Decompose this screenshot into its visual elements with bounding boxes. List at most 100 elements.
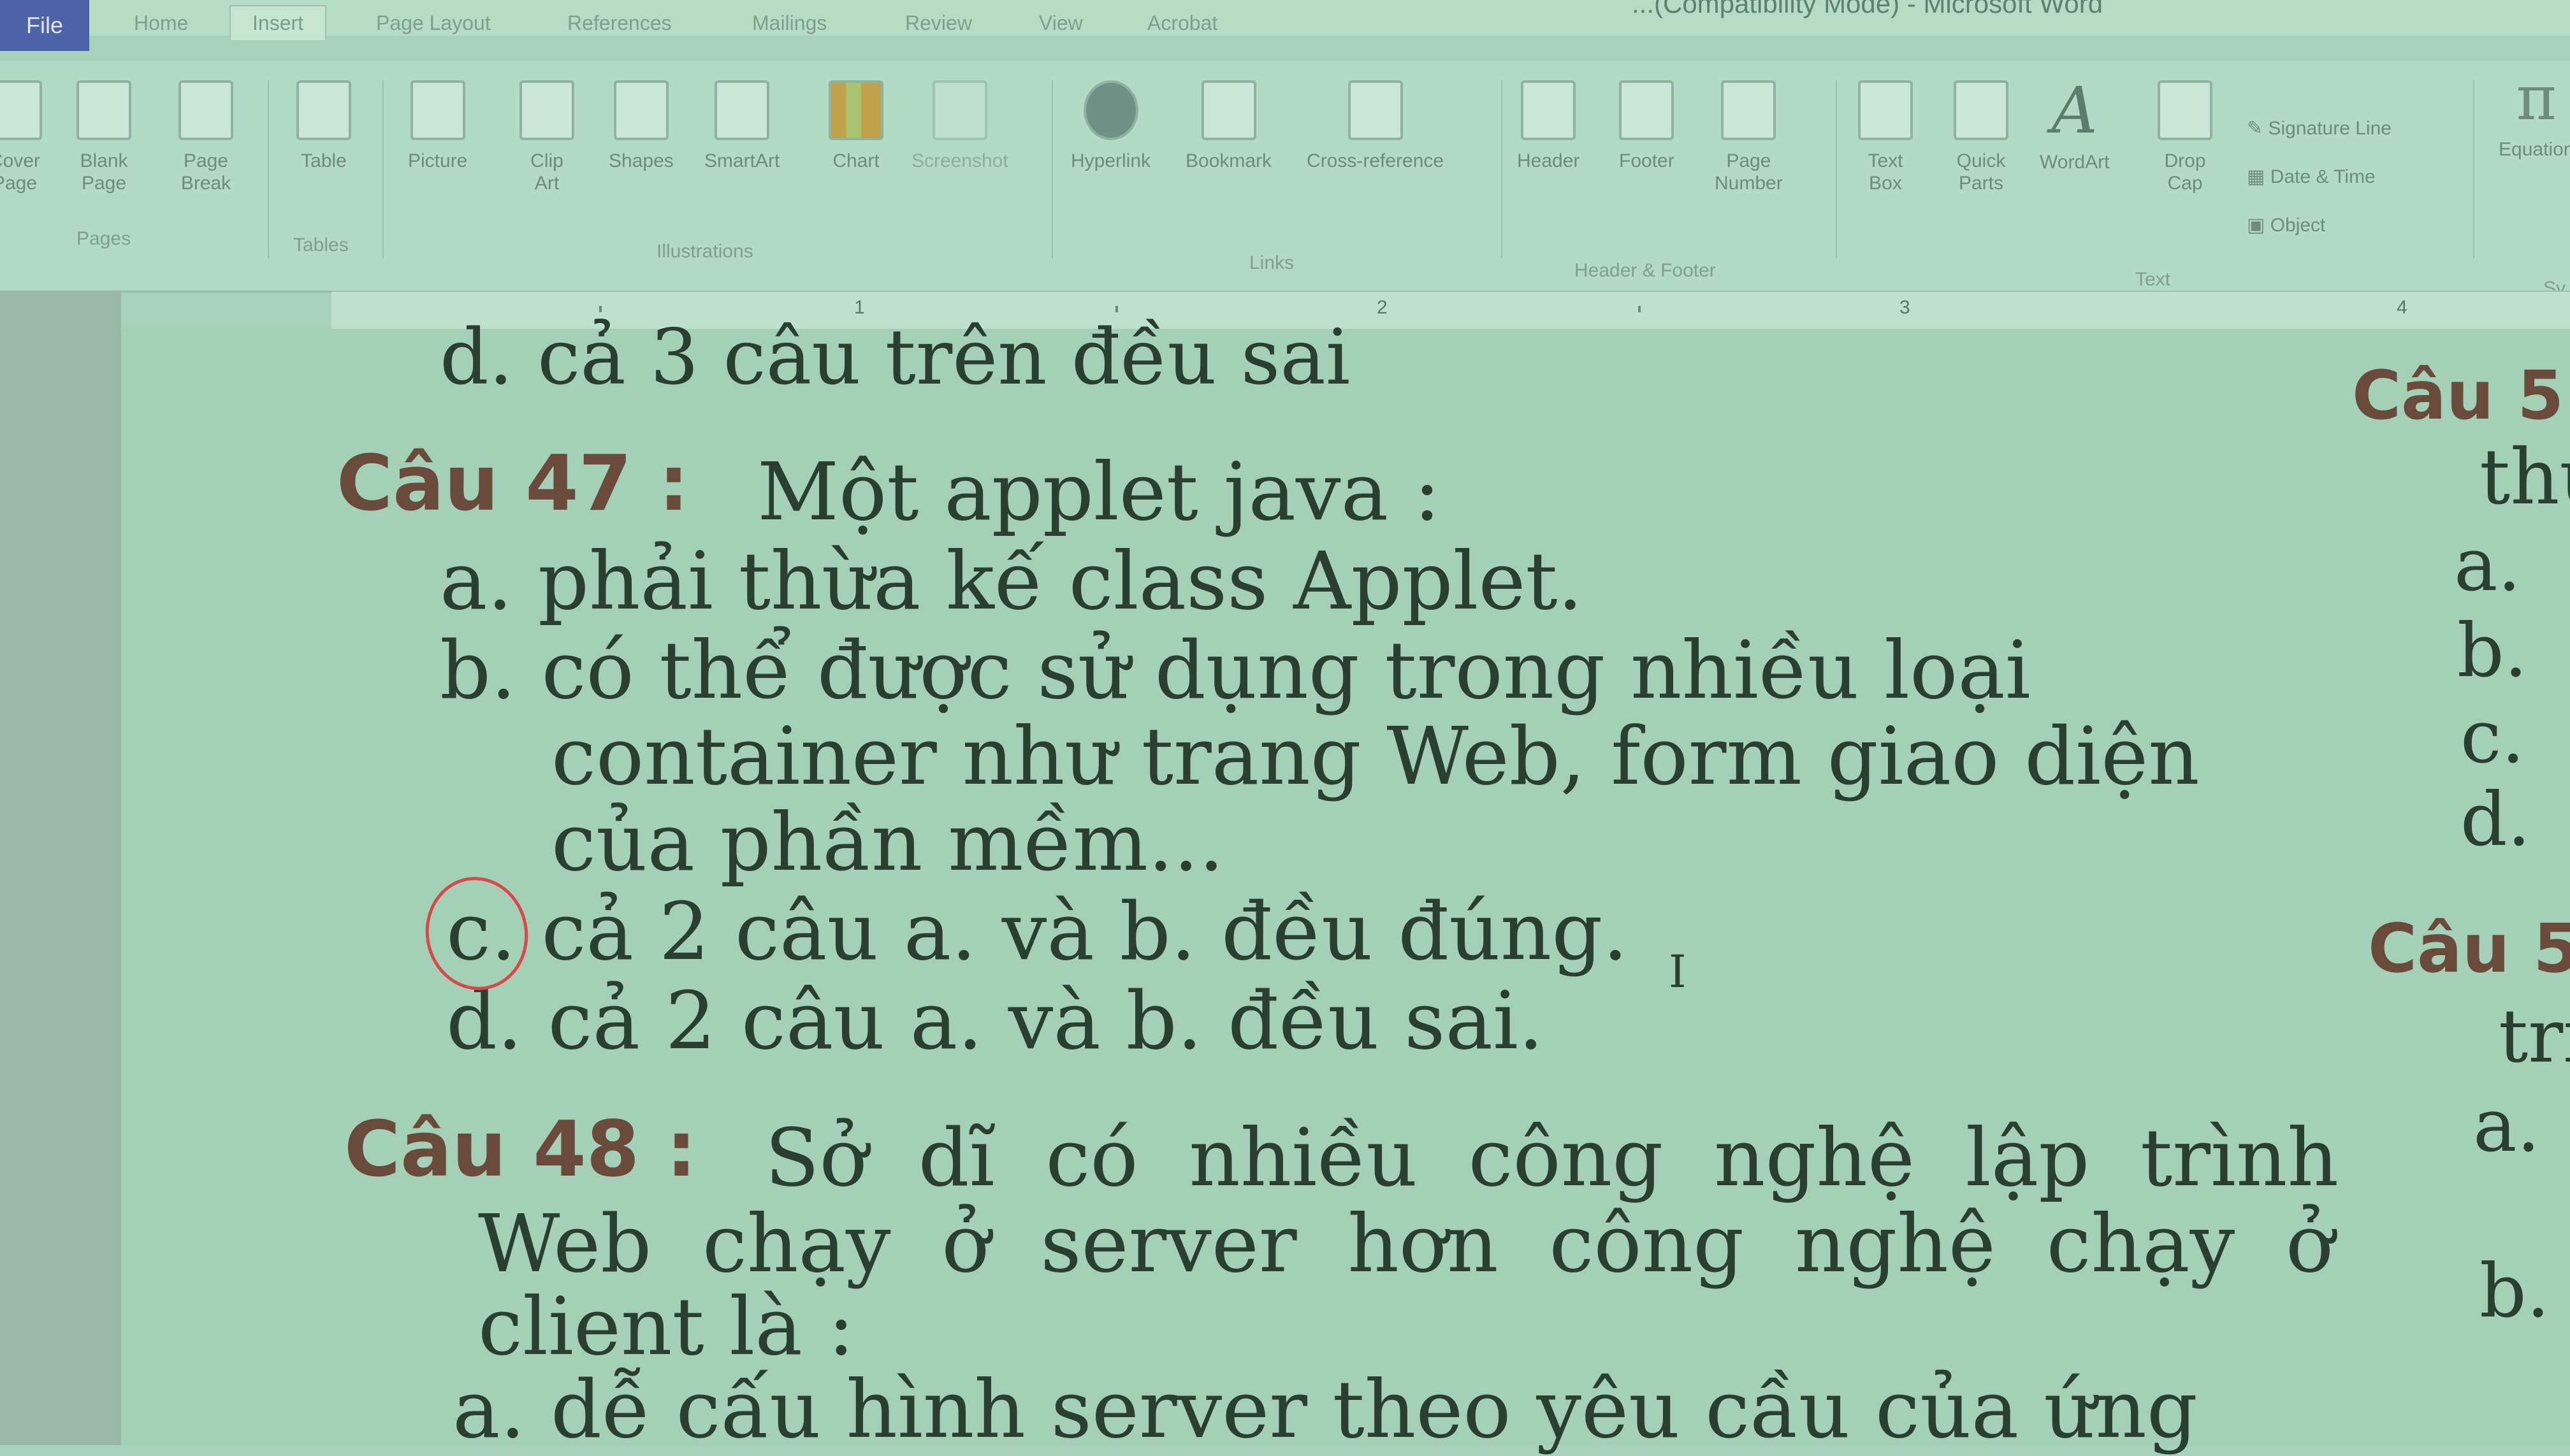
quick-parts-label: Quick Parts	[1956, 150, 2006, 194]
screenshot-label: Screenshot	[911, 150, 1008, 171]
ruler-number: 4	[2397, 297, 2407, 318]
header-icon	[1521, 80, 1576, 140]
question-48-line2: Web chạy ở server hơn công nghệ chạy ở	[478, 1198, 2334, 1290]
question-47-option-c: c. cả 2 câu a. và b. đều đúng.	[446, 886, 1629, 978]
footer-label: Footer	[1619, 150, 1674, 171]
clip-art-button[interactable]: Clip Art	[519, 80, 574, 194]
wordart-button[interactable]: A WordArt	[2040, 79, 2110, 174]
right-option-b-2: b.	[2479, 1249, 2550, 1334]
table-icon	[296, 80, 351, 140]
group-label-tables: Tables	[293, 234, 349, 256]
chart-label: Chart	[832, 150, 880, 171]
right-text-fragment: thu	[2479, 433, 2570, 522]
question-48-line3: client là :	[478, 1281, 855, 1373]
tab-references[interactable]: References	[567, 11, 672, 35]
object-icon: ▣	[2247, 215, 2270, 236]
header-button[interactable]: Header	[1517, 80, 1579, 173]
cover-page-icon	[0, 80, 42, 140]
picture-icon	[410, 80, 465, 140]
equation-label: Equation	[2499, 139, 2570, 160]
smartart-button[interactable]: SmartArt	[704, 80, 780, 173]
shapes-button[interactable]: Shapes	[609, 80, 674, 173]
right-option-a: a.	[2454, 523, 2522, 608]
blank-page-button[interactable]: Blank Page	[76, 80, 131, 194]
text-box-button[interactable]: Text Box	[1858, 80, 1913, 194]
date-time-button[interactable]: ▦ Date & Time	[2247, 166, 2376, 188]
group-separator	[1052, 80, 1053, 259]
signature-line-icon: ✎	[2247, 118, 2269, 139]
right-option-d: d.	[2460, 777, 2531, 863]
tab-review[interactable]: Review	[905, 11, 972, 35]
text-box-icon	[1858, 80, 1913, 140]
hyperlink-button[interactable]: Hyperlink	[1071, 80, 1151, 173]
ruler-tick	[1115, 306, 1118, 312]
ruler-tick	[1638, 306, 1641, 312]
group-separator	[2473, 80, 2474, 259]
left-margin	[0, 291, 121, 1445]
tab-view[interactable]: View	[1039, 11, 1083, 35]
quick-parts-button[interactable]: Quick Parts	[1954, 80, 2008, 194]
question-47-option-a: a. phải thừa kế class Applet.	[440, 535, 1583, 628]
question-48-label: Câu 48 :	[344, 1106, 697, 1194]
screenshot-icon	[932, 80, 987, 140]
tab-home[interactable]: Home	[134, 11, 188, 35]
page-number-icon	[1721, 80, 1776, 140]
wordart-label: WordArt	[2040, 152, 2110, 173]
ruler-number: 2	[1377, 297, 1388, 318]
calendar-icon: ▦	[2247, 166, 2270, 187]
page-break-button[interactable]: Page Break	[178, 80, 233, 194]
bookmark-button[interactable]: Bookmark	[1186, 80, 1272, 173]
question-48-line1: Sở dĩ có nhiều công nghệ lập trình	[765, 1112, 2339, 1204]
footer-icon	[1619, 80, 1674, 140]
shapes-label: Shapes	[609, 150, 674, 171]
ruler-number: 3	[1899, 297, 1910, 318]
group-separator	[382, 80, 384, 259]
date-time-label: Date & Time	[2270, 166, 2376, 187]
tab-mailings[interactable]: Mailings	[752, 11, 827, 35]
pi-icon: π	[2516, 62, 2557, 134]
question-47-text: Một applet java :	[757, 446, 1441, 538]
clip-art-label: Clip Art	[530, 150, 563, 194]
cover-page-label: Cover Page	[0, 150, 41, 194]
prev-answer-d: d. cả 3 câu trên đều sai	[440, 314, 1351, 402]
picture-label: Picture	[408, 150, 468, 171]
bookmark-icon	[1201, 80, 1256, 140]
cross-reference-button[interactable]: Cross-reference	[1307, 80, 1444, 173]
right-option-b: b.	[2457, 609, 2528, 694]
object-label: Object	[2270, 215, 2326, 236]
drop-cap-button[interactable]: Drop Cap	[2158, 80, 2212, 194]
page-break-icon	[178, 80, 233, 140]
question-47-option-b-line3: của phần mềm...	[551, 796, 1224, 889]
tab-page-layout[interactable]: Page Layout	[376, 11, 491, 35]
right-text-fragment-2: tri	[2499, 994, 2570, 1079]
signature-line-label: Signature Line	[2268, 118, 2392, 139]
smartart-icon	[715, 80, 770, 140]
group-label-links: Links	[1249, 252, 1295, 273]
ribbon: Cover Page Blank Page Page Break Pages T…	[0, 61, 2570, 299]
page-number-label: Page Number	[1715, 150, 1783, 194]
text-cursor-icon: I	[1669, 946, 1687, 998]
right-option-a-2: a.	[2473, 1083, 2541, 1169]
chart-button[interactable]: Chart	[829, 80, 883, 173]
group-label-text: Text	[2135, 269, 2171, 290]
cross-reference-icon	[1347, 80, 1403, 140]
tab-insert[interactable]: Insert	[229, 5, 327, 40]
signature-line-button[interactable]: ✎ Signature Line	[2247, 117, 2392, 140]
equation-button[interactable]: π Equation	[2499, 68, 2570, 161]
footer-button[interactable]: Footer	[1619, 80, 1674, 173]
cover-page-button[interactable]: Cover Page	[0, 80, 42, 194]
page-number-button[interactable]: Page Number	[1715, 80, 1783, 194]
group-separator	[1501, 80, 1502, 259]
hyperlink-label: Hyperlink	[1071, 150, 1151, 171]
tab-acrobat[interactable]: Acrobat	[1147, 11, 1217, 35]
picture-button[interactable]: Picture	[408, 80, 467, 173]
blank-page-icon	[76, 80, 131, 140]
table-button[interactable]: Table	[296, 80, 351, 173]
file-tab[interactable]: File	[0, 0, 89, 51]
text-box-label: Text Box	[1868, 150, 1903, 194]
screenshot-button[interactable]: Screenshot	[911, 80, 1008, 173]
drop-cap-label: Drop Cap	[2164, 150, 2206, 194]
header-label: Header	[1517, 150, 1580, 171]
object-button[interactable]: ▣ Object	[2247, 214, 2325, 236]
cross-reference-label: Cross-reference	[1307, 150, 1444, 171]
